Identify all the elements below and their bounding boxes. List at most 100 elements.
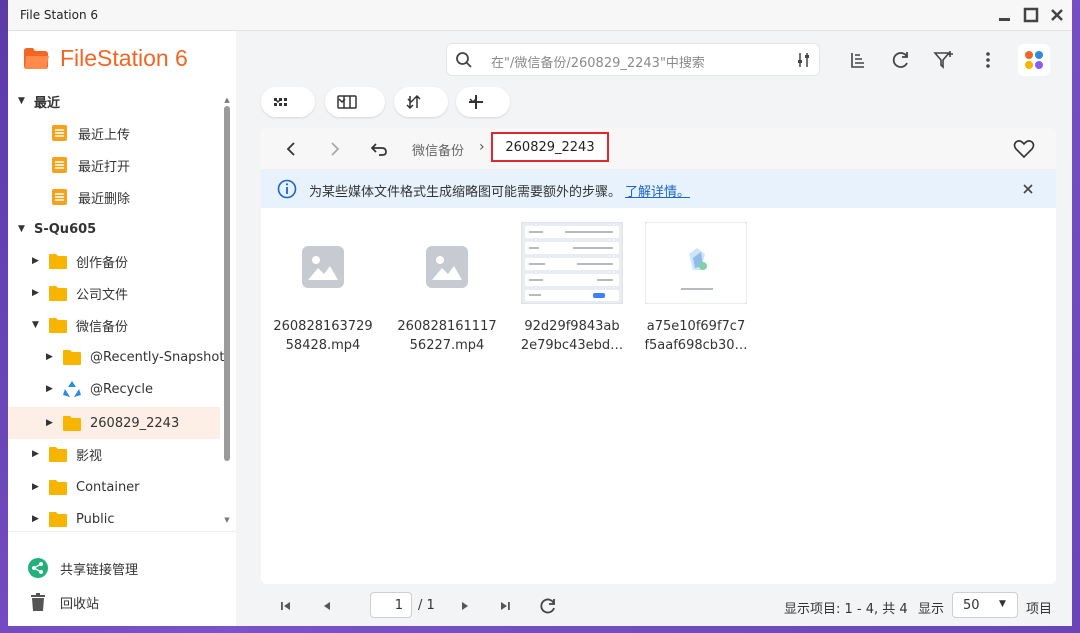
heart-icon[interactable]	[1013, 139, 1035, 159]
share-links-button[interactable]: 共享链接管理	[28, 558, 138, 578]
sort-button[interactable]	[394, 87, 448, 117]
file-item[interactable]: a75e10f69f7c7 f5aaf698cb30…	[640, 222, 752, 355]
file-name: 260828163729 58428.mp4	[267, 317, 379, 355]
view-mode-button[interactable]	[261, 87, 315, 117]
expand-arrow-icon[interactable]: ▶	[46, 418, 56, 428]
page-size-select[interactable]: 50 ▼	[952, 592, 1018, 618]
file-item[interactable]: 260828161117 56227.mp4	[391, 222, 503, 355]
breadcrumb-parent[interactable]: 微信备份	[412, 140, 464, 159]
tree-section-label: S-Qu605	[34, 221, 97, 237]
panel-layout-button[interactable]	[325, 87, 385, 117]
list-icon	[52, 157, 67, 173]
folder-icon	[49, 318, 67, 333]
total-pages: / 1	[418, 598, 435, 613]
tree-item-recent-open[interactable]: 最近打开	[50, 151, 130, 179]
items-unit: 项目	[1026, 602, 1053, 617]
app-launcher-button[interactable]	[1018, 44, 1050, 76]
scrollbar-thumb[interactable]	[224, 106, 230, 461]
tree-folder-260829-2243[interactable]: ▶ 260829_2243	[8, 407, 220, 439]
file-thumbnail	[644, 222, 748, 304]
last-page-icon[interactable]	[498, 599, 512, 613]
maximize-icon[interactable]	[1022, 6, 1040, 24]
previous-page-icon[interactable]	[320, 599, 334, 613]
items-count: 显示项目: 1 - 4, 共 4	[784, 602, 908, 617]
tree-folder-movies[interactable]: ▶ 影视	[32, 440, 102, 468]
tree-folder-label: @Recycle	[90, 381, 154, 397]
recycle-bin-label: 回收站	[60, 596, 100, 612]
file-name-line: a75e10f69f7c7	[646, 319, 746, 334]
tree-folder-recycle[interactable]: ▶ @Recycle	[46, 375, 153, 403]
breadcrumb-separator-icon: ›	[479, 139, 485, 155]
tree-item-recent-upload[interactable]: 最近上传	[50, 119, 130, 147]
folder-icon	[49, 254, 67, 269]
tree-section-server[interactable]: ▼ S-Qu605	[18, 215, 218, 243]
folder-icon	[49, 447, 67, 462]
expand-arrow-icon[interactable]: ▼	[18, 96, 28, 106]
notice-message: 为某些媒体文件格式生成缩略图可能需要额外的步骤。 了解详情。	[309, 181, 690, 200]
minimize-icon[interactable]	[996, 6, 1014, 24]
search-input[interactable]: 在"/微信备份/260829_2243"中搜索	[491, 52, 705, 71]
file-thumbnail	[271, 222, 375, 304]
create-new-button[interactable]	[456, 87, 510, 117]
tree-folder-container[interactable]: ▶ Container	[32, 473, 140, 501]
expand-arrow-icon[interactable]: ▶	[32, 449, 42, 459]
file-item[interactable]: 260828163729 58428.mp4	[267, 222, 379, 355]
share-icon	[28, 558, 48, 578]
file-name: 92d29f9843ab 2e79bc43ebd…	[516, 317, 628, 355]
expand-arrow-icon[interactable]: ▶	[32, 256, 42, 266]
folder-icon	[49, 512, 67, 527]
file-name-line: 260828161117	[397, 319, 497, 334]
expand-arrow-icon[interactable]: ▶	[32, 288, 42, 298]
search-bar[interactable]: 在"/微信备份/260829_2243"中搜索	[446, 43, 820, 76]
forward-icon[interactable]	[325, 139, 345, 159]
close-icon[interactable]	[1048, 6, 1066, 24]
scroll-down-icon[interactable]: ▼	[223, 516, 231, 524]
tree-folder-creation-backup[interactable]: ▶ 创作备份	[32, 247, 128, 275]
learn-more-link[interactable]: 了解详情。	[625, 185, 690, 200]
filter-add-icon[interactable]	[932, 48, 956, 72]
filter-sliders-icon[interactable]	[795, 51, 813, 69]
up-level-icon[interactable]	[369, 139, 389, 159]
dismiss-icon[interactable]	[1021, 182, 1035, 196]
more-options-icon[interactable]	[976, 48, 1000, 72]
reload-icon[interactable]	[538, 596, 558, 616]
breadcrumb-current[interactable]: 260829_2243	[491, 132, 609, 162]
expand-arrow-icon[interactable]: ▶	[32, 482, 42, 492]
tree-section-label: 最近	[34, 95, 61, 111]
file-item[interactable]: 92d29f9843ab 2e79bc43ebd…	[516, 222, 628, 355]
tree-folder-public[interactable]: ▶ Public	[32, 505, 114, 533]
next-page-icon[interactable]	[458, 599, 472, 613]
image-placeholder-icon	[426, 246, 468, 288]
tree-section-recent[interactable]: ▼ 最近	[18, 87, 218, 115]
tree-item-recent-deleted[interactable]: 最近删除	[50, 183, 130, 211]
tree-folder-label: @Recently-Snapshot	[90, 349, 225, 365]
sidebar-scrollbar[interactable]: ▲ ▼	[223, 96, 231, 526]
file-station-window: File Station 6 FileStation 6 ▼ 最近 最近上传 最…	[8, 0, 1072, 626]
breadcrumb-bar: 微信备份 › 260829_2243	[261, 128, 1056, 170]
collapse-arrow-icon[interactable]: ▼	[32, 320, 42, 330]
file-name: 260828161117 56227.mp4	[391, 317, 503, 355]
chevron-down-icon	[469, 98, 477, 104]
image-placeholder-icon	[302, 246, 344, 288]
refresh-icon[interactable]	[888, 48, 912, 72]
expand-arrow-icon[interactable]: ▶	[32, 514, 42, 524]
tree-folder-label: 公司文件	[76, 287, 129, 303]
tree-folder-wechat-backup[interactable]: ▼ 微信备份	[32, 311, 128, 339]
file-thumbnail	[395, 222, 499, 304]
expand-arrow-icon[interactable]: ▶	[46, 352, 56, 362]
first-page-icon[interactable]	[279, 599, 293, 613]
expand-arrow-icon[interactable]: ▶	[46, 384, 56, 394]
file-name-line: 58428.mp4	[285, 338, 361, 353]
tree-folder-label: Container	[76, 479, 140, 495]
expand-arrow-icon[interactable]: ▼	[18, 224, 28, 234]
page-number-input[interactable]: 1	[370, 592, 412, 618]
tree-folder-recently-snapshot[interactable]: ▶ @Recently-Snapshot	[46, 343, 224, 371]
settings-screenshot-icon	[521, 222, 623, 304]
search-icon	[456, 52, 472, 68]
apps-grid-icon	[1025, 51, 1043, 69]
recycle-bin-button[interactable]: 回收站	[28, 592, 99, 612]
sort-stack-icon[interactable]	[846, 48, 870, 72]
back-icon[interactable]	[281, 139, 301, 159]
tree-folder-company-files[interactable]: ▶ 公司文件	[32, 279, 128, 307]
scroll-up-icon[interactable]: ▲	[223, 96, 231, 104]
